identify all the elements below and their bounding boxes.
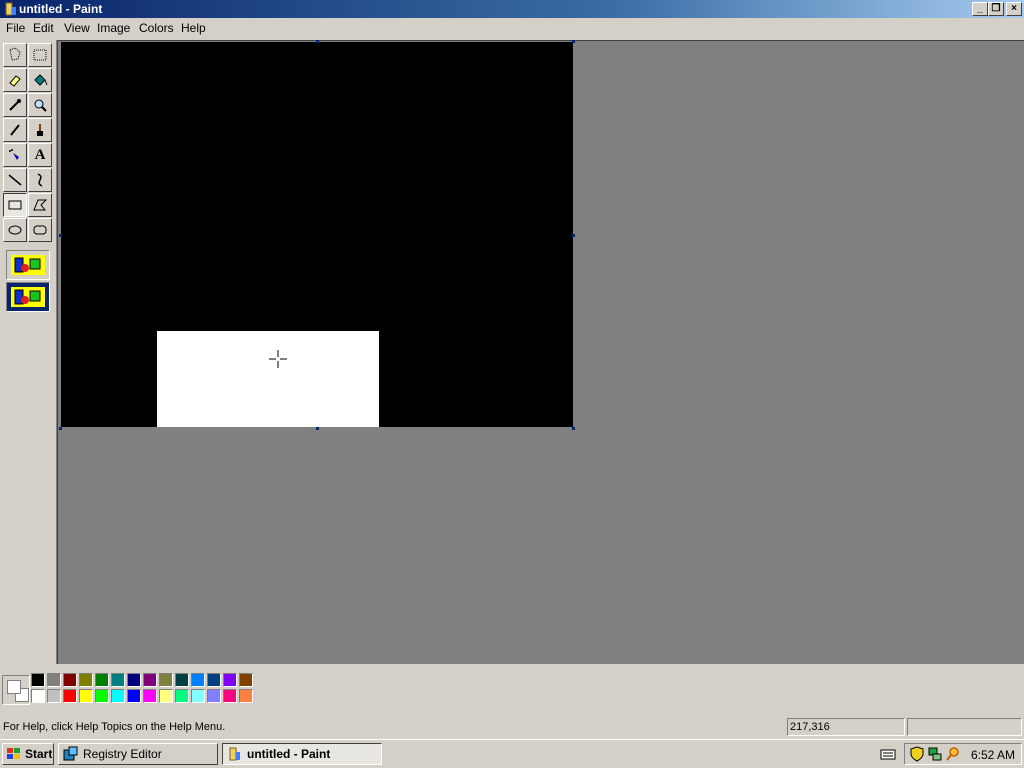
resize-handle-bottom[interactable] (316, 427, 319, 430)
paint-task-icon (229, 747, 240, 761)
curve-icon[interactable] (28, 168, 52, 192)
select-icon[interactable] (28, 43, 52, 67)
color-swatch[interactable] (159, 673, 173, 687)
color-swatch[interactable] (47, 689, 61, 703)
eraser-icon[interactable] (3, 68, 27, 92)
free-form-select-icon[interactable] (3, 43, 27, 67)
registry-editor-icon (63, 746, 78, 761)
resize-handle-top[interactable] (316, 40, 319, 43)
color-swatch[interactable] (31, 673, 45, 687)
clock: 6:52 AM (971, 748, 1016, 762)
status-coordinates: 217,316 (787, 718, 905, 736)
menu-image[interactable]: Image (97, 21, 130, 35)
color-swatch[interactable] (207, 689, 221, 703)
keyboard-icon[interactable] (880, 747, 896, 761)
window-title: untitled - Paint (19, 2, 103, 16)
color-swatch[interactable] (143, 673, 157, 687)
fill-option-outline[interactable] (6, 250, 50, 280)
menu-view[interactable]: View (64, 21, 90, 35)
task-label: untitled - Paint (247, 747, 331, 761)
menu-file[interactable]: File (6, 21, 25, 35)
text-icon[interactable]: A (28, 143, 52, 167)
title-bar: untitled - Paint _ ❐ × (0, 0, 1024, 18)
fill-option-icon (11, 287, 45, 307)
current-colors (2, 675, 30, 705)
start-button[interactable]: Start (2, 743, 54, 765)
color-swatch[interactable] (111, 673, 125, 687)
security-shield-icon[interactable] (909, 746, 925, 762)
color-swatch[interactable] (223, 673, 237, 687)
resize-handle-right[interactable] (572, 234, 575, 237)
color-swatch[interactable] (143, 689, 157, 703)
color-swatch[interactable] (159, 689, 173, 703)
line-icon[interactable] (3, 168, 27, 192)
fill-with-color-icon[interactable] (28, 68, 52, 92)
paint-app-icon (5, 2, 16, 16)
status-bar: For Help, click Help Topics on the Help … (0, 716, 1024, 738)
color-swatch[interactable] (175, 689, 189, 703)
resize-handle-bottom-right[interactable] (572, 427, 575, 430)
color-swatch[interactable] (79, 673, 93, 687)
task-label: Registry Editor (83, 747, 162, 761)
ellipse-icon[interactable] (3, 218, 27, 242)
white-rectangle-shape (157, 331, 379, 427)
minimize-button[interactable]: _ (972, 2, 988, 16)
color-swatch[interactable] (127, 689, 141, 703)
taskbar-paint[interactable]: untitled - Paint (222, 743, 382, 765)
resize-handle-bottom-left[interactable] (59, 427, 62, 430)
color-swatch[interactable] (207, 673, 221, 687)
rectangle-icon[interactable] (3, 193, 27, 217)
color-swatch[interactable] (63, 689, 77, 703)
outline-option-icon (11, 255, 45, 275)
color-swatch[interactable] (175, 673, 189, 687)
pick-color-icon[interactable] (3, 93, 27, 117)
color-swatch[interactable] (63, 673, 77, 687)
close-button[interactable]: × (1006, 2, 1022, 16)
color-swatch[interactable] (111, 689, 125, 703)
system-tray: 6:52 AM (904, 743, 1022, 765)
color-swatch[interactable] (95, 689, 109, 703)
restore-button[interactable]: ❐ (988, 2, 1004, 16)
color-swatch[interactable] (239, 689, 253, 703)
rounded-rectangle-icon[interactable] (28, 218, 52, 242)
resize-handle-left[interactable] (59, 234, 62, 237)
crosshair-cursor-icon (269, 350, 287, 368)
color-swatch[interactable] (47, 673, 61, 687)
color-swatch[interactable] (191, 689, 205, 703)
menu-colors[interactable]: Colors (139, 21, 174, 35)
polygon-icon[interactable] (28, 193, 52, 217)
pencil-icon[interactable] (3, 118, 27, 142)
taskbar: Start Registry Editor untitled - Paint 6… (0, 739, 1024, 768)
toolbox: A (0, 40, 57, 664)
color-swatch[interactable] (31, 689, 45, 703)
color-swatch[interactable] (223, 689, 237, 703)
brush-icon[interactable] (28, 118, 52, 142)
taskbar-registry-editor[interactable]: Registry Editor (58, 743, 218, 765)
color-swatch[interactable] (95, 673, 109, 687)
airbrush-icon[interactable] (3, 143, 27, 167)
status-selection-size (907, 718, 1022, 736)
search-icon[interactable] (945, 746, 961, 762)
color-swatch[interactable] (127, 673, 141, 687)
resize-handle-top-right[interactable] (572, 40, 575, 43)
network-icon[interactable] (927, 746, 943, 762)
magnifier-icon[interactable] (28, 93, 52, 117)
color-swatch[interactable] (79, 689, 93, 703)
fill-option-outline-and-fill[interactable] (6, 282, 50, 312)
menu-edit[interactable]: Edit (33, 21, 54, 35)
start-label: Start (25, 747, 53, 761)
windows-logo-icon (7, 748, 20, 759)
color-swatch[interactable] (191, 673, 205, 687)
menu-bar: File Edit View Image Colors Help (0, 18, 1024, 38)
text-tool-glyph: A (34, 146, 46, 163)
status-help-text: For Help, click Help Topics on the Help … (3, 721, 226, 733)
foreground-color-swatch (7, 680, 21, 694)
menu-help[interactable]: Help (181, 21, 206, 35)
color-swatch[interactable] (239, 673, 253, 687)
